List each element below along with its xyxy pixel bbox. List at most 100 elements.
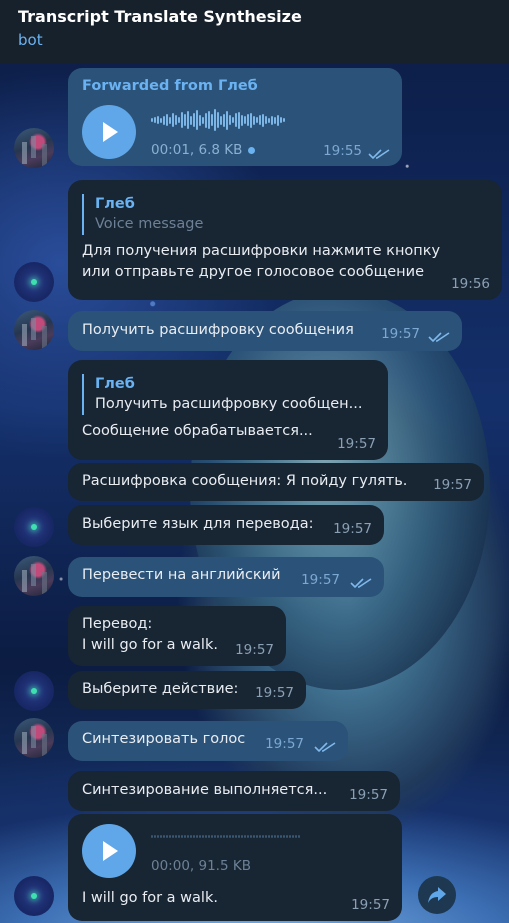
user-avatar[interactable] — [14, 556, 54, 596]
double-check-icon — [368, 149, 390, 160]
chat-header[interactable]: Transcript Translate Synthesize bot — [0, 0, 509, 63]
waveform-bar — [163, 115, 165, 125]
message-text: Получить расшифровку сообщения — [82, 322, 354, 338]
waveform-bar — [163, 834, 165, 838]
reply-quote[interactable]: Глеб Получить расшифровку сообщен... — [82, 374, 374, 415]
bot-message[interactable]: Расшифровка сообщения: Я пойду гулять. 1… — [68, 463, 484, 501]
message-time: 19:57 — [255, 685, 294, 701]
waveform-bar — [265, 834, 267, 838]
waveform-bar — [199, 834, 201, 838]
waveform-bar — [247, 114, 249, 126]
bot-avatar[interactable] — [14, 262, 54, 302]
waveform-bar — [298, 834, 300, 838]
waveform-bar — [211, 114, 213, 126]
quote-author: Глеб — [95, 196, 135, 212]
voice-waveform[interactable] — [151, 825, 300, 847]
waveform-bar — [295, 834, 297, 838]
waveform-bar — [196, 110, 198, 130]
waveform-bar — [205, 112, 207, 128]
waveform-bar — [181, 112, 183, 128]
message-text: Расшифровка сообщения: Я пойду гулять. — [82, 473, 408, 489]
waveform-bar — [187, 111, 189, 129]
play-icon — [103, 841, 118, 861]
voice-meta: 00:01, 6.8 KB — [151, 140, 256, 161]
outgoing-message[interactable]: Перевести на английский 19:57 — [68, 557, 384, 597]
message-time: 19:57 — [351, 897, 390, 913]
bot-message[interactable]: Глеб Voice message Для получения расшифр… — [68, 180, 502, 300]
waveform-bar — [160, 117, 162, 123]
outgoing-message[interactable]: Синтезировать голос 19:57 — [68, 721, 348, 761]
message-time: 19:56 — [451, 276, 490, 292]
chat-title: Transcript Translate Synthesize — [18, 7, 302, 26]
user-avatar[interactable] — [14, 128, 54, 168]
waveform-bar — [259, 834, 261, 838]
message-time: 19:57 — [349, 787, 388, 803]
waveform-bar — [214, 834, 216, 838]
waveform-bar — [193, 834, 195, 838]
waveform-bar — [259, 115, 261, 125]
waveform-bar — [253, 115, 255, 125]
message-time: 19:57 — [235, 642, 274, 658]
waveform-bar — [283, 118, 285, 122]
play-button[interactable] — [82, 824, 136, 878]
waveform-bar — [253, 834, 255, 838]
waveform-bar — [238, 834, 240, 838]
waveform-bar — [223, 834, 225, 838]
outgoing-message[interactable]: Получить расшифровку сообщения 19:57 — [68, 311, 462, 351]
bot-avatar[interactable] — [14, 876, 54, 916]
waveform-bar — [274, 834, 276, 838]
double-check-icon — [314, 742, 336, 753]
waveform-bar — [280, 117, 282, 123]
bot-avatar[interactable] — [14, 507, 54, 547]
message-time: 19:57 — [381, 326, 420, 342]
waveform-bar — [190, 834, 192, 838]
waveform-bar — [184, 834, 186, 838]
waveform-bar — [271, 115, 273, 125]
waveform-bar — [202, 116, 204, 124]
bot-message[interactable]: Выберите действие: 19:57 — [68, 671, 306, 709]
reply-quote[interactable]: Глеб Voice message — [82, 194, 488, 235]
waveform-bar — [238, 111, 240, 129]
bot-avatar[interactable] — [14, 671, 54, 711]
waveform-bar — [166, 114, 168, 126]
waveform-bar — [208, 834, 210, 838]
bot-avatar-dot — [31, 893, 37, 899]
play-button[interactable] — [82, 105, 136, 159]
play-icon — [103, 122, 118, 142]
message-text-line: Для получения расшифровки нажмите кнопку — [82, 243, 441, 259]
waveform-bar — [169, 116, 171, 124]
waveform-bar — [175, 115, 177, 125]
bot-message[interactable]: Выберите язык для перевода: 19:57 — [68, 505, 384, 545]
bot-message[interactable]: Глеб Получить расшифровку сообщен... Соо… — [68, 360, 388, 460]
bot-voice-message[interactable]: 00:00, 91.5 KB I will go for a walk. 19:… — [68, 814, 402, 921]
waveform-bar — [184, 114, 186, 126]
message-text: Выберите действие: — [82, 681, 239, 697]
user-avatar[interactable] — [14, 310, 54, 350]
waveform-bar — [262, 834, 264, 838]
waveform-bar — [151, 118, 153, 122]
message-text: Сообщение обрабатывается... — [82, 423, 313, 439]
bot-message[interactable]: Синтезирование выполняется... 19:57 — [68, 771, 400, 811]
voice-waveform[interactable] — [151, 109, 285, 131]
voice-caption: I will go for a walk. — [82, 890, 218, 906]
share-arrow-icon — [428, 887, 446, 903]
waveform-bar — [241, 834, 243, 838]
quote-text: Voice message — [95, 216, 204, 232]
message-time: 19:57 — [265, 736, 304, 752]
waveform-bar — [256, 117, 258, 123]
forwarded-label[interactable]: Forwarded from Глеб — [82, 76, 388, 97]
waveform-bar — [286, 834, 288, 838]
waveform-bar — [232, 117, 234, 123]
forwarded-voice-message[interactable]: Forwarded from Глеб 00:01, 6.8 KB 19:55 — [68, 68, 402, 166]
waveform-bar — [196, 834, 198, 838]
message-text: Выберите язык для перевода: — [82, 516, 314, 532]
waveform-bar — [268, 117, 270, 123]
bot-message[interactable]: Перевод: I will go for a walk. 19:57 — [68, 606, 286, 666]
share-button[interactable] — [418, 876, 456, 914]
waveform-bar — [172, 834, 174, 838]
waveform-bar — [208, 111, 210, 129]
user-avatar[interactable] — [14, 718, 54, 758]
waveform-bar — [178, 117, 180, 123]
waveform-bar — [280, 834, 282, 838]
waveform-bar — [211, 834, 213, 838]
